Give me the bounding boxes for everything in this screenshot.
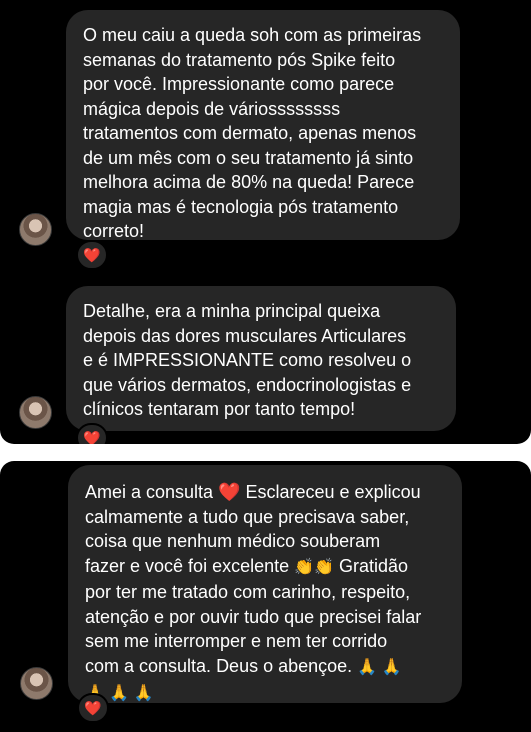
heart-icon: ❤️ [84,700,102,716]
heart-icon: ❤️ [83,247,101,263]
folded-hands-emoji: 🙏 🙏 [357,658,402,676]
message-bubble-3[interactable]: Amei a consulta ❤️ Esclareceu e explicou… [68,465,462,703]
message-bubble-1[interactable]: O meu caiu a queda soh com as primeiras … [66,10,460,241]
message-text-3: Amei a consulta ❤️ Esclareceu e explicou… [85,482,422,702]
avatar[interactable] [19,213,52,246]
chat-panel-bottom: Amei a consulta ❤️ Esclareceu e explicou… [0,461,531,732]
message-text-1: O meu caiu a queda soh com as primeiras … [83,25,422,241]
reaction-badge-1[interactable]: ❤️ [76,240,108,270]
chat-panel-top: O meu caiu a queda soh com as primeiras … [0,0,531,444]
clapping-hands-emoji: 👏👏 [294,558,334,576]
message-bubble-2[interactable]: Detalhe, era a minha principal queixa de… [66,286,456,431]
avatar[interactable] [20,667,53,700]
avatar[interactable] [19,396,52,429]
message-text-2: Detalhe, era a minha principal queixa de… [83,301,412,419]
heart-emoji: ❤️ [218,482,241,502]
reaction-badge-2[interactable]: ❤️ [76,423,108,444]
reaction-badge-3[interactable]: ❤️ [77,693,109,723]
heart-icon: ❤️ [83,430,101,444]
